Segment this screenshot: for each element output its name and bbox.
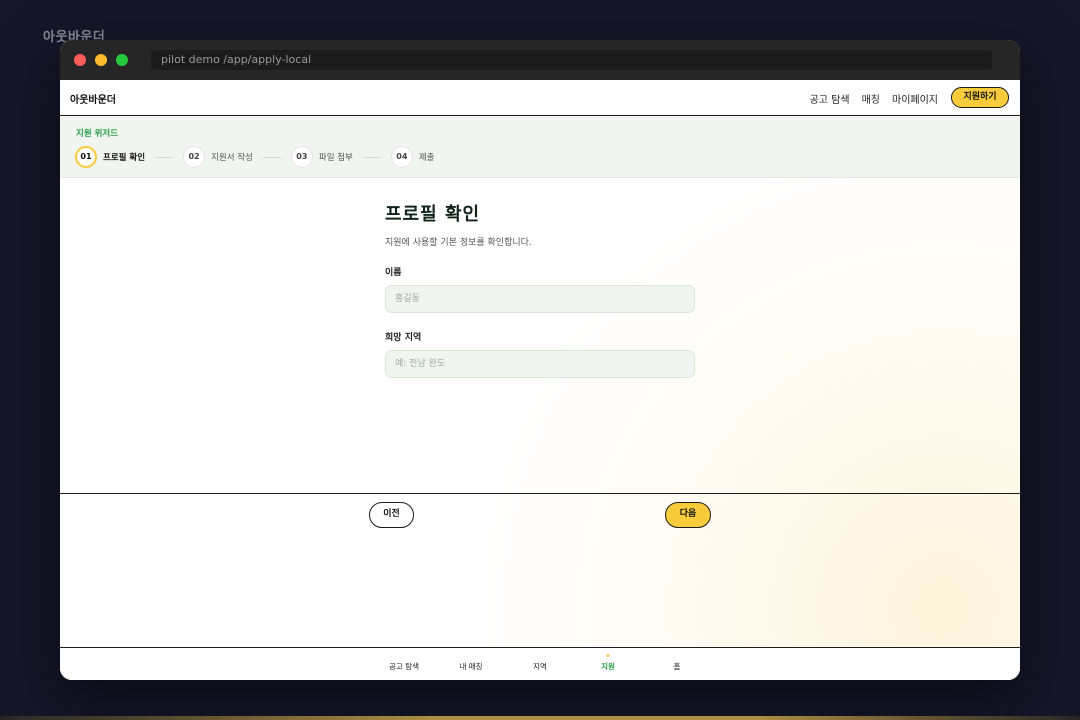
app-content: 아웃바운더 공고 탐색 매칭 마이페이지 지원하기 지원 위저드 01 프로필 … [60,80,1020,680]
bottom-glow-decoration [0,716,1080,720]
wizard-steps: 01 프로필 확인 02 지원서 작성 03 파일 첨부 04 제출 [75,146,435,168]
step-connector [155,156,174,158]
window-titlebar: pilot demo /app/apply-local [60,40,1020,80]
form-subtitle: 지원에 사용할 기본 정보를 확인합니다. [385,238,532,248]
wizard-title: 지원 위저드 [76,129,119,139]
step-label: 파일 첨부 [318,153,353,163]
name-input[interactable] [385,285,695,313]
wizard-action-bar: 이전 다음 [60,493,1020,538]
step-number: 04 [390,146,413,168]
next-button[interactable]: 다음 [665,502,711,528]
close-window-button[interactable] [74,54,86,66]
nav-links: 공고 탐색 매칭 마이페이지 [810,91,938,106]
step-connector [362,156,381,158]
region-input[interactable] [385,350,695,378]
bottom-tabbar: 공고 탐색 내 매칭 지역 지원 홈 [60,647,1020,680]
tab-jobs[interactable]: 공고 탐색 [389,661,419,672]
wizard-step-2[interactable]: 02 지원서 작성 [183,146,253,168]
step-number: 03 [290,146,313,168]
tab-my-matching[interactable]: 내 매칭 [459,661,482,672]
step-label: 프로필 확인 [103,153,146,163]
nav-link-jobs[interactable]: 공고 탐색 [810,91,850,106]
wizard-step-1[interactable]: 01 프로필 확인 [75,146,145,168]
step-number: 02 [183,146,206,168]
wizard-step-4[interactable]: 04 제출 [390,146,435,168]
step-connector [262,156,281,158]
wizard-header: 지원 위저드 01 프로필 확인 02 지원서 작성 03 파일 첨부 04 제… [60,116,1020,178]
region-label: 희망 지역 [385,333,422,343]
profile-form: 프로필 확인 지원에 사용할 기본 정보를 확인합니다. 이름 희망 지역 [385,200,695,378]
tab-region[interactable]: 지역 [533,661,547,672]
top-navbar: 아웃바운더 공고 탐색 매칭 마이페이지 지원하기 [60,80,1020,116]
tab-home[interactable]: 홈 [674,661,681,672]
name-label: 이름 [385,268,402,278]
browser-window: pilot demo /app/apply-local 아웃바운더 공고 탐색 … [60,40,1020,680]
apply-button[interactable]: 지원하기 [951,87,1009,108]
previous-button[interactable]: 이전 [369,502,414,528]
app-logo[interactable]: 아웃바운더 [70,91,116,106]
step-number: 01 [75,146,97,168]
step-label: 제출 [418,153,435,163]
nav-link-matching[interactable]: 매칭 [862,91,880,106]
form-title: 프로필 확인 [385,204,481,225]
address-bar[interactable]: pilot demo /app/apply-local [151,50,992,70]
nav-link-mypage[interactable]: 마이페이지 [892,91,938,106]
tab-apply[interactable]: 지원 [601,661,615,672]
maximize-window-button[interactable] [116,54,128,66]
wizard-step-3[interactable]: 03 파일 첨부 [290,146,353,168]
step-label: 지원서 작성 [211,153,253,163]
minimize-window-button[interactable] [95,54,107,66]
active-tab-indicator [606,654,610,657]
